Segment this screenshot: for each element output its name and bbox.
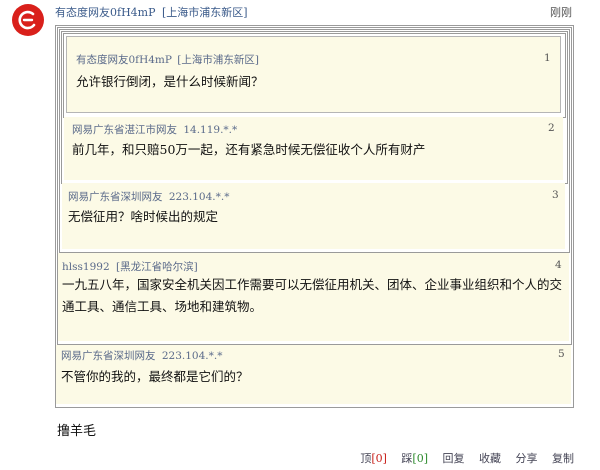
floor-4-user-location: [黑龙江省哈尔滨]: [115, 261, 198, 273]
floor-5-number: 5: [558, 348, 565, 360]
floor-2-number: 2: [548, 122, 555, 134]
upvote-label: 顶: [360, 452, 372, 465]
user-avatar-icon[interactable]: [12, 4, 44, 36]
comment-text: 撸羊毛: [57, 424, 97, 439]
floor-3-user-location: 223.104.*.*: [168, 191, 230, 203]
floor-2-user: 网易广东省湛江市网友 14.119.*.*: [72, 122, 237, 137]
downvote-button[interactable]: 踩[0]: [401, 452, 428, 465]
floor-3-text: 无偿征用？啥时候出的规定: [68, 209, 219, 224]
floor-2-user-location: 14.119.*.*: [183, 124, 238, 136]
post-author-name[interactable]: 有态度网友0fH4mP: [55, 6, 156, 19]
favorite-button[interactable]: 收藏: [479, 452, 501, 465]
share-button[interactable]: 分享: [516, 452, 538, 465]
post-time: 刚刚: [550, 6, 572, 19]
comment-actions: 顶[0] 踩[0] 回复 收藏 分享 复制: [349, 450, 574, 466]
upvote-count: [0]: [371, 452, 387, 465]
floor-3-user-name[interactable]: 网易广东省深圳网友: [68, 191, 163, 203]
reply-button[interactable]: 回复: [443, 452, 465, 465]
floor-2-text: 前几年，和只赔50万一起，还有紧急时候无偿征收个人所有财产: [72, 142, 426, 157]
floor-4-user-name[interactable]: hlss1992: [62, 261, 110, 273]
floor-1-user-location: [上海市浦东新区]: [177, 54, 259, 66]
floor-4-user: hlss1992 [黑龙江省哈尔滨]: [62, 259, 198, 274]
upvote-button[interactable]: 顶[0]: [360, 452, 387, 465]
floor-3-user: 网易广东省深圳网友 223.104.*.*: [68, 189, 229, 204]
copy-button[interactable]: 复制: [552, 452, 574, 465]
downvote-label: 踩: [401, 452, 413, 465]
floor-1-number: 1: [544, 52, 551, 64]
floor-5-user: 网易广东省深圳网友 223.104.*.*: [61, 348, 222, 363]
floor-4-text: 一九五八年，国家安全机关因工作需要可以无偿征用机关、团体、企业事业组织和个人的交…: [62, 277, 563, 314]
floor-1-user: 有态度网友0fH4mP [上海市浦东新区]: [76, 52, 259, 67]
floor-2-user-name[interactable]: 网易广东省湛江市网友: [72, 124, 177, 136]
downvote-count: [0]: [412, 452, 428, 465]
post-author-location: [上海市浦东新区]: [162, 6, 248, 19]
floor-3-number: 3: [552, 189, 559, 201]
floor-5-text: 不管你的我的，最终都是它们的？: [61, 369, 249, 384]
floor-1-text: 允许银行倒闭，是什么时候新闻？: [76, 74, 264, 89]
post-author: 有态度网友0fH4mP [上海市浦东新区]: [55, 4, 248, 20]
floor-5-user-location: 223.104.*.*: [161, 350, 223, 362]
floor-5-user-name[interactable]: 网易广东省深圳网友: [61, 350, 156, 362]
floor-1-user-name[interactable]: 有态度网友0fH4mP: [76, 54, 172, 66]
floor-4-number: 4: [555, 259, 562, 271]
